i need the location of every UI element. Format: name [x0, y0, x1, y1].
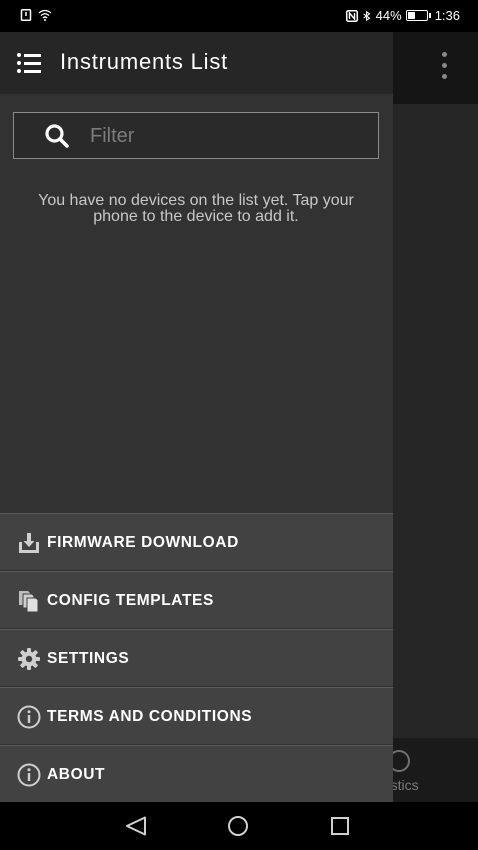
sim-icon — [20, 9, 32, 21]
drawer-header: Instruments List — [0, 32, 393, 94]
info-icon — [17, 705, 41, 729]
gear-icon — [18, 648, 40, 670]
menu-item-label: FIRMWARE DOWNLOAD — [47, 534, 239, 551]
clock: 1:36 — [434, 8, 460, 23]
nfc-icon — [345, 9, 358, 22]
search-icon — [45, 124, 69, 148]
home-icon[interactable] — [228, 816, 248, 836]
menu-item-about[interactable]: ABOUT — [0, 745, 393, 802]
wifi-icon — [38, 9, 52, 21]
hamburger-menu-icon[interactable] — [17, 53, 41, 73]
drawer-title: Instruments List — [60, 49, 229, 74]
drawer-menu: FIRMWARE DOWNLOAD CONFIG TEMPLATES SETTI… — [0, 513, 393, 802]
menu-item-firmware-download[interactable]: FIRMWARE DOWNLOAD — [0, 513, 393, 570]
navigation-drawer: Instruments List You have no devices on … — [0, 32, 393, 802]
menu-item-terms-and-conditions[interactable]: TERMS AND CONDITIONS — [0, 687, 393, 744]
menu-item-settings[interactable]: SETTINGS — [0, 629, 393, 686]
empty-list-message: You have no devices on the list yet. Tap… — [38, 192, 354, 225]
copy-icon — [19, 591, 39, 613]
battery-icon — [405, 10, 431, 21]
bluetooth-icon — [363, 10, 371, 21]
menu-item-label: SETTINGS — [47, 650, 130, 667]
back-icon[interactable] — [125, 816, 147, 836]
filter-box[interactable] — [13, 112, 379, 159]
status-left-icons — [20, 9, 52, 21]
system-nav-bar — [0, 802, 478, 850]
status-bar: 44% 1:36 — [0, 0, 478, 32]
status-right-icons: 44% 1:36 — [345, 8, 460, 23]
menu-item-label: ABOUT — [47, 766, 106, 783]
recent-apps-icon[interactable] — [331, 817, 349, 835]
menu-item-label: TERMS AND CONDITIONS — [47, 708, 253, 725]
download-icon — [19, 533, 39, 553]
info-icon — [17, 763, 41, 787]
menu-item-config-templates[interactable]: CONFIG TEMPLATES — [0, 571, 393, 628]
filter-input[interactable] — [88, 119, 372, 153]
battery-percent: 44% — [375, 8, 402, 23]
overflow-menu-icon[interactable] — [442, 52, 448, 85]
menu-item-label: CONFIG TEMPLATES — [47, 592, 214, 609]
